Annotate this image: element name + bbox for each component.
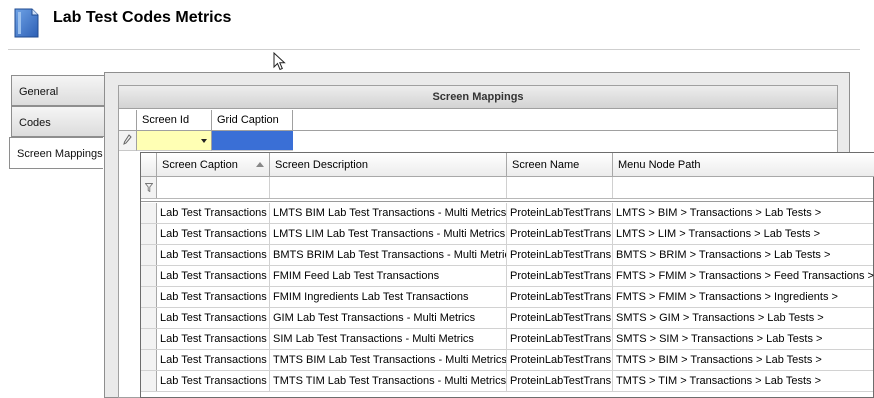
cell-menu-node-path[interactable]: FMTS > FMIM > Transactions > Ingredients… (613, 287, 874, 307)
header-divider (8, 49, 860, 50)
column-header-screen-caption[interactable]: Screen Caption (157, 153, 270, 177)
table-row[interactable]: Lab Test Transactions BMTS BRIM Lab Test … (141, 245, 873, 266)
tab-general[interactable]: General (11, 75, 105, 106)
row-indicator (119, 131, 137, 151)
cell-screen-name[interactable]: ProteinLabTestTrans (507, 350, 613, 370)
filter-cell-screen-name[interactable] (507, 177, 613, 198)
column-header-screen-description[interactable]: Screen Description (270, 153, 507, 177)
column-header-screen-id[interactable]: Screen Id (137, 110, 212, 131)
table-row[interactable]: Lab Test Transactions FMIM Ingredients La… (141, 287, 873, 308)
filter-indicator (141, 177, 157, 198)
tab-screen-mappings[interactable]: Screen Mappings (9, 137, 103, 169)
cell-screen-name[interactable]: ProteinLabTestTrans (507, 245, 613, 265)
cell-menu-node-path[interactable]: FMTS > FMIM > Transactions > Feed Transa… (613, 266, 874, 286)
column-header-filler (293, 110, 837, 131)
tab-codes[interactable]: Codes (11, 106, 105, 137)
cell-screen-name[interactable]: ProteinLabTestTrans (507, 308, 613, 328)
cell-menu-node-path[interactable]: SMTS > GIM > Transactions > Lab Tests > (613, 308, 874, 328)
cell-screen-caption[interactable]: Lab Test Transactions (157, 266, 270, 286)
cell-screen-caption[interactable]: Lab Test Transactions (157, 245, 270, 265)
cell-screen-caption[interactable]: Lab Test Transactions (157, 329, 270, 349)
row-indicator-header (119, 110, 137, 131)
cell-screen-name[interactable]: ProteinLabTestTrans (507, 371, 613, 391)
column-header-label: Screen Caption (162, 159, 238, 171)
cell-screen-caption[interactable]: Lab Test Transactions (157, 224, 270, 244)
screen-id-dropdown[interactable] (137, 131, 212, 151)
chevron-down-icon[interactable] (201, 139, 207, 143)
table-row[interactable]: Lab Test Transactions TMTS TIM Lab Test T… (141, 371, 873, 392)
popup-indicator-header (141, 153, 157, 177)
filter-cell-screen-caption[interactable] (157, 177, 270, 198)
cell-screen-caption[interactable]: Lab Test Transactions (157, 287, 270, 307)
filter-cell-menu-node-path[interactable] (613, 177, 874, 198)
cell-screen-caption[interactable]: Lab Test Transactions (157, 350, 270, 370)
document-icon (14, 8, 39, 38)
column-header-grid-caption[interactable]: Grid Caption (212, 110, 293, 131)
row-selector[interactable] (141, 203, 157, 223)
table-row[interactable]: Lab Test Transactions LMTS LIM Lab Test T… (141, 224, 873, 245)
cell-screen-name[interactable]: ProteinLabTestTrans (507, 266, 613, 286)
row-selector[interactable] (141, 350, 157, 370)
cell-screen-description[interactable]: LMTS LIM Lab Test Transactions - Multi M… (270, 224, 507, 244)
cell-screen-caption[interactable]: Lab Test Transactions (157, 203, 270, 223)
row-selector[interactable] (141, 287, 157, 307)
table-row[interactable]: Lab Test Transactions TMTS BIM Lab Test T… (141, 350, 873, 371)
cell-menu-node-path[interactable]: LMTS > LIM > Transactions > Lab Tests > (613, 224, 874, 244)
panel-title: Screen Mappings (119, 86, 837, 109)
cell-screen-name[interactable]: ProteinLabTestTrans (507, 203, 613, 223)
row-selector[interactable] (141, 329, 157, 349)
cell-screen-description[interactable]: GIM Lab Test Transactions - Multi Metric… (270, 308, 507, 328)
row-selector[interactable] (141, 308, 157, 328)
page-title: Lab Test Codes Metrics (53, 9, 232, 26)
row-selector[interactable] (141, 224, 157, 244)
cell-screen-name[interactable]: ProteinLabTestTrans (507, 287, 613, 307)
table-row[interactable]: Lab Test Transactions SIM Lab Test Transa… (141, 329, 873, 350)
table-row[interactable]: Lab Test Transactions LMTS BIM Lab Test T… (141, 203, 873, 224)
cell-screen-description[interactable]: BMTS BRIM Lab Test Transactions - Multi … (270, 245, 507, 265)
table-row[interactable]: Lab Test Transactions FMIM Feed Lab Test … (141, 266, 874, 287)
column-header-screen-name[interactable]: Screen Name (507, 153, 613, 177)
cell-screen-caption[interactable]: Lab Test Transactions (157, 371, 270, 391)
cell-screen-description[interactable]: TMTS TIM Lab Test Transactions - Multi M… (270, 371, 507, 391)
screen-lookup-popup: Screen Caption Screen Description Screen… (140, 152, 874, 398)
filter-row (141, 177, 873, 199)
cell-menu-node-path[interactable]: TMTS > BIM > Transactions > Lab Tests > (613, 350, 874, 370)
cell-screen-name[interactable]: ProteinLabTestTrans (507, 224, 613, 244)
column-header-menu-node-path[interactable]: Menu Node Path (613, 153, 874, 177)
cell-screen-description[interactable]: TMTS BIM Lab Test Transactions - Multi M… (270, 350, 507, 370)
cell-menu-node-path[interactable]: SMTS > SIM > Transactions > Lab Tests > (613, 329, 874, 349)
mouse-pointer-icon (273, 52, 286, 71)
row-selector[interactable] (141, 266, 157, 286)
cell-screen-description[interactable]: SIM Lab Test Transactions - Multi Metric… (270, 329, 507, 349)
filter-separator (141, 199, 873, 202)
cell-screen-description[interactable]: LMTS BIM Lab Test Transactions - Multi M… (270, 203, 507, 223)
funnel-icon (145, 183, 153, 192)
window-header: Lab Test Codes Metrics (0, 0, 874, 50)
cell-menu-node-path[interactable]: TMTS > TIM > Transactions > Lab Tests > (613, 371, 874, 391)
row-selector[interactable] (141, 245, 157, 265)
row-selector[interactable] (141, 371, 157, 391)
cell-screen-caption[interactable]: Lab Test Transactions (157, 308, 270, 328)
cell-screen-description[interactable]: FMIM Feed Lab Test Transactions (270, 266, 507, 286)
filter-cell-screen-description[interactable] (270, 177, 507, 198)
sort-ascending-icon (256, 162, 264, 167)
cell-menu-node-path[interactable]: BMTS > BRIM > Transactions > Lab Tests > (613, 245, 874, 265)
cell-screen-description[interactable]: FMIM Ingredients Lab Test Transactions (270, 287, 507, 307)
grid-caption-cell[interactable] (212, 131, 293, 151)
cell-screen-name[interactable]: ProteinLabTestTrans (507, 329, 613, 349)
cell-menu-node-path[interactable]: LMTS > BIM > Transactions > Lab Tests > (613, 203, 874, 223)
table-row[interactable]: Lab Test Transactions GIM Lab Test Transa… (141, 308, 873, 329)
pencil-icon (123, 134, 132, 145)
